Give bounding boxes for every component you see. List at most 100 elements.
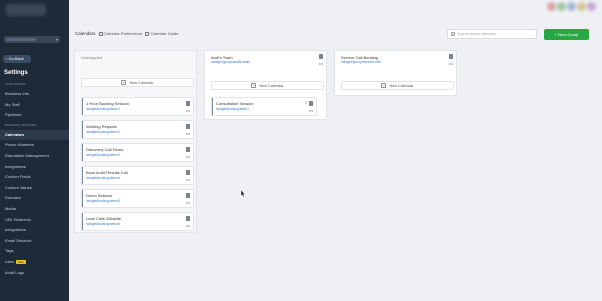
new-calendar-button[interactable]: + New Calendar — [211, 81, 324, 90]
more-icon[interactable]: ••• — [186, 223, 190, 228]
button-label: New Calendar — [129, 80, 154, 85]
sidebar-item-calendars[interactable]: Calendars — [0, 129, 69, 141]
avatar[interactable] — [587, 2, 596, 11]
calendar-card[interactable]: 1 Hour Booking Session /widget/booking/d… — [81, 97, 194, 116]
sidebar-item-phone-numbers[interactable]: Phone Numbers — [0, 140, 69, 151]
more-icon[interactable]: ••• — [449, 61, 453, 66]
calendar-link[interactable]: /widget/booking/demo6 — [86, 222, 120, 226]
card-accent — [82, 190, 84, 207]
company-logo — [6, 4, 46, 16]
calendar-group: Service Call Booking /widget/group/servi… — [334, 50, 457, 96]
sidebar-title: Settings — [4, 70, 28, 76]
new-badge: New — [15, 259, 26, 264]
settings-icon — [98, 31, 103, 36]
calendar-card[interactable]: Demo Session /widget/booking/demo5 ••• — [81, 189, 194, 208]
calendar-preferences-link[interactable]: Calendar Preferences — [98, 31, 142, 36]
calendar-name: 1 Hour Booking Session — [86, 101, 129, 106]
header-avatars — [547, 2, 596, 11]
calendar-card[interactable]: Consultation Session /widget/booking/tea… — [211, 97, 317, 116]
book-icon — [145, 31, 150, 36]
sidebar-item-media[interactable]: Media — [0, 204, 69, 215]
more-icon[interactable]: ••• — [186, 177, 190, 182]
sidebar-item-domains[interactable]: Domains — [0, 193, 69, 204]
sidebar-item-reputation[interactable]: Reputation Management — [0, 151, 69, 162]
calendar-count: 0 — [305, 100, 307, 105]
calendar-link[interactable]: /widget/booking/team1 — [216, 107, 249, 111]
sidebar-item-email-services[interactable]: Email Services — [0, 236, 69, 247]
calendar-card[interactable]: Working Request /widget/booking/demo2 ••… — [81, 120, 194, 139]
calendar-link[interactable]: /widget/booking/demo5 — [86, 199, 120, 203]
calendar-link[interactable]: /widget/booking/demo4 — [86, 176, 120, 180]
sidebar-item-url-redirects[interactable]: URL Redirects — [0, 215, 69, 226]
group-title: Unassigned — [81, 55, 103, 60]
group-link[interactable]: /widget/group/andis-team — [211, 60, 250, 64]
calendar-link[interactable]: /widget/booking/demo3 — [86, 153, 120, 157]
card-accent — [82, 144, 84, 161]
trash-icon[interactable] — [309, 100, 313, 106]
calendar-toolbar: Calendars Calendar Preferences Calendar … — [75, 31, 178, 36]
trash-icon[interactable] — [449, 54, 453, 59]
more-icon[interactable]: ••• — [186, 108, 190, 113]
calendar-card[interactable]: Book Audit Results Call /widget/booking/… — [81, 166, 194, 185]
calendar-name: Lead Calls Wildside — [86, 216, 122, 221]
search-input[interactable]: Type to search calendars — [447, 29, 537, 39]
account-switcher[interactable]: ▾ — [4, 36, 60, 43]
search-icon — [451, 32, 455, 36]
avatar[interactable] — [547, 2, 556, 11]
go-back-label: Go Back — [8, 56, 24, 61]
more-icon[interactable]: ••• — [186, 131, 190, 136]
calendar-guide-link[interactable]: Calendar Guide — [145, 31, 178, 36]
button-label: New Calendar — [259, 83, 284, 88]
calendar-link[interactable]: /widget/booking/demo2 — [86, 130, 120, 134]
calendar-name: Demo Session — [86, 193, 113, 198]
calendar-group: Andi's Team /widget/group/andis-team •••… — [204, 50, 327, 120]
card-accent — [82, 213, 84, 230]
card-accent — [82, 121, 84, 138]
calendar-card[interactable]: Lead Calls Wildside /widget/booking/demo… — [81, 212, 194, 231]
more-icon[interactable]: ••• — [309, 108, 313, 113]
more-icon[interactable]: ••• — [186, 200, 190, 205]
new-calendar-button[interactable]: + New Calendar — [81, 78, 194, 87]
sidebar-nav: MY BUSINESS Business Info My Staff Pipel… — [0, 80, 69, 278]
calendar-link[interactable]: /widget/booking/demo1 — [86, 107, 120, 111]
sidebar-item-pipelines[interactable]: Pipelines — [0, 110, 69, 121]
avatar[interactable] — [557, 2, 566, 11]
chevron-down-icon: ▾ — [55, 37, 58, 42]
calendar-card[interactable]: Discovery Call Demo /widget/booking/demo… — [81, 143, 194, 162]
avatar[interactable] — [577, 2, 586, 11]
sidebar-item-integrations-1[interactable]: Integrations — [0, 162, 69, 173]
more-icon[interactable]: ••• — [186, 154, 190, 159]
go-back-button[interactable]: ‹ Go Back — [3, 55, 31, 63]
trash-icon[interactable] — [186, 169, 190, 175]
sidebar-item-audit-logs[interactable]: Audit Logs — [0, 268, 69, 279]
card-accent — [212, 98, 214, 115]
page-title: Calendars — [75, 31, 96, 36]
more-icon[interactable]: ••• — [319, 61, 323, 66]
new-calendar-button[interactable]: + New Calendar — [341, 81, 454, 90]
trash-icon[interactable] — [186, 146, 190, 152]
group-link[interactable]: /widget/group/service-call — [341, 60, 381, 64]
account-name-placeholder — [6, 37, 36, 41]
sidebar-item-tags[interactable]: Tags — [0, 246, 69, 257]
link-label: Calendar Guide — [150, 31, 179, 36]
new-group-button[interactable]: + New Group — [544, 29, 589, 40]
plus-icon: + — [121, 80, 127, 85]
sidebar-item-labs[interactable]: Labs New — [0, 257, 69, 268]
sidebar-item-integrations-2[interactable]: Integrations — [0, 225, 69, 236]
sidebar-item-label: Labs — [5, 258, 14, 264]
sidebar-item-custom-values[interactable]: Custom Values — [0, 183, 69, 194]
avatar[interactable] — [567, 2, 576, 11]
trash-icon[interactable] — [186, 100, 190, 106]
trash-icon[interactable] — [319, 54, 323, 59]
trash-icon[interactable] — [186, 215, 190, 221]
sidebar-item-business-info[interactable]: Business Info — [0, 89, 69, 100]
mouse-cursor-icon — [240, 190, 246, 198]
calendar-name: Book Audit Results Call — [86, 170, 128, 175]
sidebar: ▾ ‹ Go Back Settings MY BUSINESS Busines… — [0, 0, 69, 301]
card-accent — [82, 98, 84, 115]
trash-icon[interactable] — [186, 192, 190, 198]
calendar-name: Working Request — [86, 124, 117, 129]
trash-icon[interactable] — [186, 123, 190, 129]
sidebar-item-my-staff[interactable]: My Staff — [0, 100, 69, 111]
sidebar-item-custom-fields[interactable]: Custom Fields — [0, 172, 69, 183]
